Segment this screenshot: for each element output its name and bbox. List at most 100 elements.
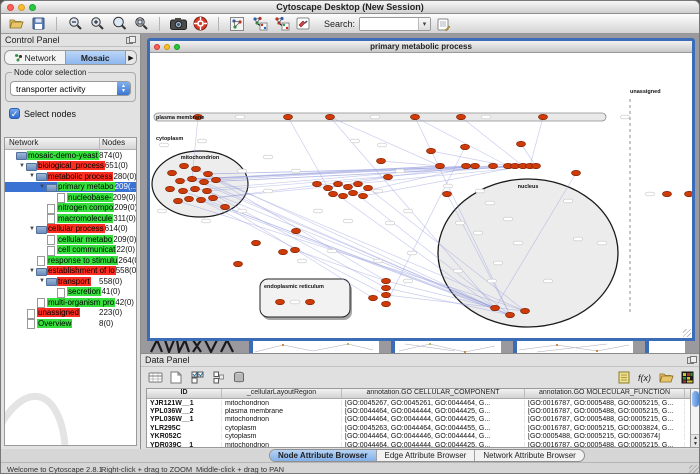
- network-node[interactable]: [212, 177, 221, 182]
- table-row[interactable]: YKR052Ccytoplasm[GO:0044464, GO:0044446,…: [147, 433, 695, 441]
- network-node[interactable]: [382, 301, 391, 306]
- network-node[interactable]: [200, 179, 209, 184]
- first-neighbors-icon[interactable]: [250, 15, 268, 32]
- attribute-batch-editor-icon[interactable]: [615, 369, 633, 386]
- network-node[interactable]: [382, 292, 391, 297]
- save-icon[interactable]: [29, 15, 47, 32]
- network-node[interactable]: [291, 247, 300, 252]
- tree-header[interactable]: Network Nodes: [5, 138, 136, 150]
- tab-edge-attribute-browser[interactable]: Edge Attribute Browser: [377, 450, 476, 461]
- network-node[interactable]: [506, 312, 515, 317]
- expander-icon[interactable]: ▼: [38, 184, 46, 190]
- network-node[interactable]: [197, 197, 206, 202]
- network-node[interactable]: [461, 144, 470, 149]
- tab-node-attribute-browser[interactable]: Node Attribute Browser: [270, 450, 377, 461]
- attribute-table-header[interactable]: ID_cellularLayoutRegionannotation.GO CEL…: [147, 389, 695, 399]
- tree-row[interactable]: ▼metabolic process280(0): [5, 171, 136, 182]
- tree-row[interactable]: unassigned223(0): [5, 308, 136, 319]
- scrollbar-arrows[interactable]: ▲▼: [691, 434, 700, 447]
- column-header[interactable]: _cellularLayoutRegion: [222, 389, 342, 398]
- network-node[interactable]: [382, 285, 391, 290]
- network-node[interactable]: [188, 176, 197, 181]
- network-node[interactable]: [176, 178, 185, 183]
- network-node[interactable]: [384, 174, 393, 179]
- tree-row[interactable]: secretion41(0): [5, 287, 136, 298]
- network-node[interactable]: [457, 114, 466, 119]
- network-edge[interactable]: [207, 191, 386, 288]
- select-nodes-checkbox[interactable]: ✓: [9, 108, 20, 119]
- float-panel-icon[interactable]: [687, 356, 697, 364]
- attribute-editor-icon[interactable]: [435, 15, 453, 32]
- network-node[interactable]: [252, 240, 261, 245]
- network-view-window[interactable]: primary metabolic process plasma membran…: [147, 38, 695, 341]
- function-builder-icon[interactable]: f(x): [636, 369, 654, 386]
- network-node[interactable]: [491, 305, 500, 310]
- network-node[interactable]: [339, 193, 348, 198]
- network-node[interactable]: [521, 308, 530, 313]
- tab-overflow-button[interactable]: ▶: [125, 51, 136, 64]
- zoom-fit-icon[interactable]: [110, 15, 128, 32]
- background-window[interactable]: [645, 340, 685, 353]
- network-node[interactable]: [377, 158, 386, 163]
- network-node[interactable]: [174, 198, 183, 203]
- zoom-in-icon[interactable]: [88, 15, 106, 32]
- tree-row[interactable]: mosaic-demo-yeast874(0): [5, 150, 136, 161]
- table-row[interactable]: YJR121W__1mitochondrion[GO:0045267, GO:0…: [147, 399, 695, 407]
- network-node[interactable]: [443, 191, 452, 196]
- tree-row[interactable]: response to stimulu264(0): [5, 255, 136, 266]
- network-node[interactable]: [517, 141, 526, 146]
- network-edge[interactable]: [521, 144, 536, 166]
- network-node[interactable]: [276, 299, 285, 304]
- background-window[interactable]: [391, 340, 501, 353]
- column-header[interactable]: ID: [147, 389, 222, 398]
- tree-row[interactable]: Overview8(0): [5, 318, 136, 329]
- import-attributes-icon[interactable]: [657, 369, 675, 386]
- heatmap-icon[interactable]: [678, 369, 696, 386]
- tab-mosaic[interactable]: Mosaic: [65, 51, 126, 64]
- expander-icon[interactable]: ▼: [28, 226, 36, 232]
- network-node[interactable]: [292, 228, 301, 233]
- expand-network-icon[interactable]: [272, 15, 290, 32]
- tree-row[interactable]: nitrogen compo209(0): [5, 203, 136, 214]
- network-node[interactable]: [539, 114, 548, 119]
- network-node[interactable]: [185, 196, 194, 201]
- network-node[interactable]: [179, 188, 188, 193]
- help-icon[interactable]: [191, 15, 209, 32]
- open-icon[interactable]: [7, 15, 25, 32]
- table-row[interactable]: YPL036W__1mitochondrion[GO:0044464, GO:0…: [147, 416, 695, 424]
- tree-row[interactable]: ▼establishment of lo558(0): [5, 266, 136, 277]
- view-resize-grip[interactable]: [683, 329, 691, 337]
- table-scrollbar[interactable]: ▲▼: [690, 388, 700, 448]
- network-node[interactable]: [334, 181, 343, 186]
- tab-network[interactable]: Network: [5, 51, 65, 64]
- window-resize-grip[interactable]: [689, 465, 699, 474]
- network-node[interactable]: [326, 114, 335, 119]
- network-node[interactable]: [471, 163, 480, 168]
- network-node[interactable]: [382, 278, 391, 283]
- tree-row[interactable]: ▼cellular process614(0): [5, 224, 136, 235]
- select-attributes-icon[interactable]: [188, 369, 206, 386]
- network-node[interactable]: [427, 148, 436, 153]
- network-node[interactable]: [572, 170, 581, 175]
- network-node[interactable]: [344, 184, 353, 189]
- network-node[interactable]: [180, 163, 189, 168]
- expander-icon[interactable]: ▼: [38, 278, 46, 284]
- tree-row[interactable]: nucleobase-209(0): [5, 192, 136, 203]
- network-node[interactable]: [191, 186, 200, 191]
- network-edge[interactable]: [295, 250, 386, 281]
- scrollbar-thumb[interactable]: [692, 391, 699, 407]
- zoom-selected-icon[interactable]: [132, 15, 150, 32]
- network-canvas[interactable]: plasma membranecytoplasmmitochondrionnuc…: [150, 53, 692, 338]
- network-node[interactable]: [532, 163, 541, 168]
- network-node[interactable]: [489, 163, 498, 168]
- network-node[interactable]: [329, 191, 338, 196]
- node-color-select[interactable]: transporter activity ▲▼: [10, 81, 131, 96]
- column-header[interactable]: annotation.GO CELLULAR_COMPONENT: [342, 389, 525, 398]
- network-node[interactable]: [364, 185, 373, 190]
- network-node[interactable]: [221, 204, 230, 209]
- network-node[interactable]: [436, 163, 445, 168]
- tree-row[interactable]: cell communicat22(0): [5, 245, 136, 256]
- column-header[interactable]: annotation.GO MOLECULAR_FUNCTION: [525, 389, 685, 398]
- tree-row[interactable]: ▼biological_process651(0): [5, 161, 136, 172]
- snapshot-icon[interactable]: [169, 15, 187, 32]
